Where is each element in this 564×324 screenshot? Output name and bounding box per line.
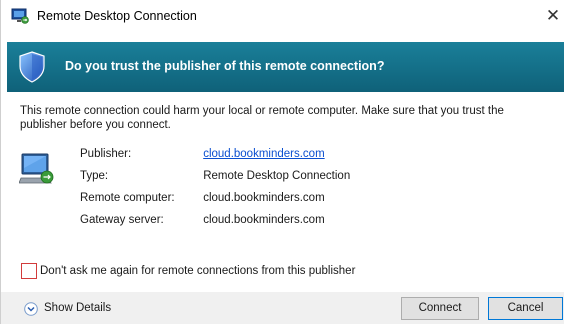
gateway-server-value: cloud.bookminders.com xyxy=(203,214,325,226)
chevron-down-icon xyxy=(24,302,38,316)
trust-banner: Do you trust the publisher of this remot… xyxy=(7,42,564,92)
publisher-link[interactable]: cloud.bookminders.com xyxy=(203,143,324,165)
remote-computer-value: cloud.bookminders.com xyxy=(203,192,325,204)
gateway-server-row: Gateway server: cloud.bookminders.com xyxy=(80,209,350,231)
title-bar: Remote Desktop Connection ✕ xyxy=(1,0,564,32)
cancel-button[interactable]: Cancel xyxy=(488,297,563,320)
type-label: Type: xyxy=(80,170,109,182)
dont-ask-checkbox[interactable] xyxy=(21,263,37,279)
warning-message: This remote connection could harm your l… xyxy=(20,105,504,131)
remote-desktop-icon xyxy=(11,8,29,24)
type-row: Type: Remote Desktop Connection xyxy=(80,165,350,187)
remote-computer-label: Remote computer: xyxy=(80,192,175,204)
connect-button[interactable]: Connect xyxy=(401,297,479,320)
publisher-row: Publisher: cloud.bookminders.com xyxy=(80,143,350,165)
show-details-label: Show Details xyxy=(44,302,112,314)
connection-details: Publisher: cloud.bookminders.com Type: R… xyxy=(80,143,350,231)
type-value: Remote Desktop Connection xyxy=(203,170,351,182)
gateway-server-label: Gateway server: xyxy=(80,214,164,226)
dont-ask-label[interactable]: Don't ask me again for remote connection… xyxy=(40,265,355,277)
remote-computer-row: Remote computer: cloud.bookminders.com xyxy=(80,187,350,209)
close-button[interactable]: ✕ xyxy=(542,4,564,28)
trust-question-heading: Do you trust the publisher of this remot… xyxy=(65,59,385,73)
remote-computer-icon xyxy=(19,153,54,184)
dialog-window: Remote Desktop Connection ✕ Do you trust… xyxy=(0,0,564,324)
publisher-label: Publisher: xyxy=(80,148,132,160)
shield-icon xyxy=(19,51,45,83)
window-title: Remote Desktop Connection xyxy=(37,9,197,23)
